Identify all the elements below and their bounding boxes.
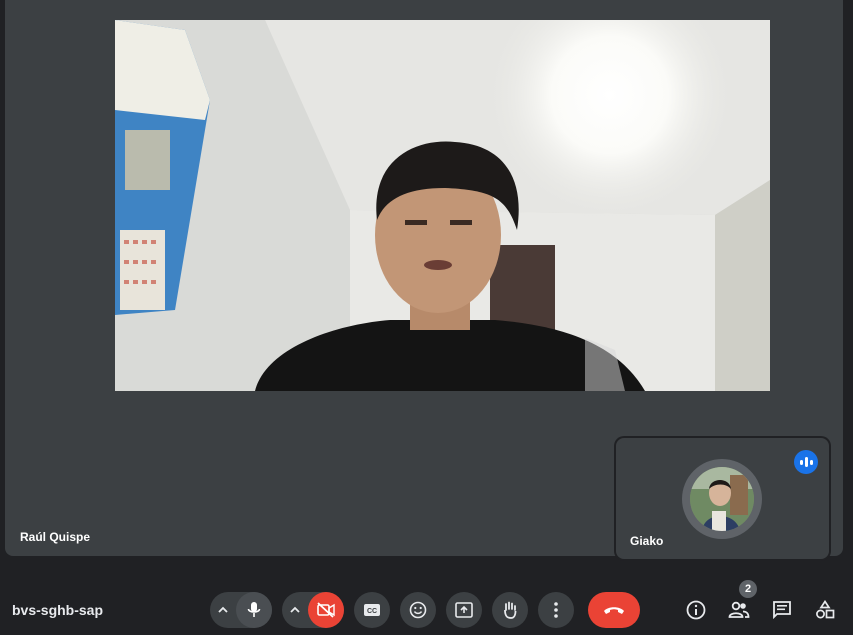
raise-hand-button[interactable] [492, 592, 528, 628]
present-screen-icon [455, 602, 473, 618]
participant-name: Raúl Quispe [20, 530, 91, 544]
info-icon [686, 600, 706, 620]
meeting-code: bvs-sghb-sap [12, 602, 104, 618]
mic-control-group [210, 592, 272, 628]
mic-options-chevron-up-icon[interactable] [210, 592, 236, 628]
call-controls: CC [210, 592, 640, 628]
camera-toggle-button[interactable] [308, 592, 344, 628]
participants-count-badge: 2 [739, 580, 757, 598]
speaking-indicator-icon [794, 450, 818, 474]
chat-button[interactable] [768, 596, 796, 624]
people-icon [728, 601, 750, 619]
reactions-button[interactable] [400, 592, 436, 628]
meeting-details-button[interactable] [682, 596, 710, 624]
camera-control-group [282, 592, 344, 628]
self-video-tile[interactable]: Giako [616, 438, 829, 559]
participant-video [115, 20, 770, 391]
avatar [690, 467, 754, 531]
people-button[interactable] [725, 596, 753, 624]
avatar-ring [682, 459, 762, 539]
microphone-button[interactable] [236, 592, 272, 628]
svg-text:CC: CC [367, 608, 377, 615]
present-screen-button[interactable] [446, 592, 482, 628]
leave-call-button[interactable] [588, 592, 640, 628]
activities-shapes-icon [815, 600, 835, 620]
more-options-button[interactable] [538, 592, 574, 628]
microphone-icon [246, 601, 262, 619]
emoji-icon [409, 601, 427, 619]
activities-button[interactable] [811, 596, 839, 624]
self-participant-name: Giako [630, 534, 664, 548]
chat-icon [772, 600, 792, 620]
camera-off-icon [316, 602, 336, 618]
closed-captions-icon: CC [363, 603, 381, 617]
more-vert-icon [553, 601, 559, 619]
captions-button[interactable]: CC [354, 592, 390, 628]
side-panel-controls [682, 596, 842, 624]
hand-icon [502, 601, 518, 619]
hang-up-phone-icon [602, 604, 626, 616]
camera-options-chevron-up-icon[interactable] [282, 592, 308, 628]
